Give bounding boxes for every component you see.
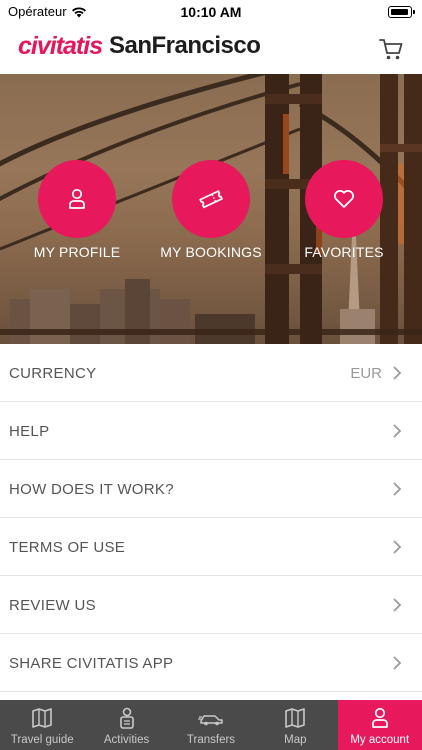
status-bar: Opérateur 10:10 AM: [0, 0, 422, 24]
status-time: 10:10 AM: [180, 4, 242, 20]
menu-item-label: CURRENCY: [9, 365, 97, 382]
tab-label: Activities: [103, 734, 150, 746]
user-icon: [371, 707, 388, 728]
chevron-right-icon: [393, 656, 402, 670]
menu-item-review-us[interactable]: REVIEW US: [0, 576, 422, 634]
menu-item-how-does-it-work[interactable]: HOW DOES IT WORK?: [0, 460, 422, 518]
my-bookings-circle[interactable]: [172, 160, 250, 238]
car-icon: [197, 715, 223, 726]
app-header: civitatis SanFrancisco: [0, 24, 422, 74]
menu-item-label: REVIEW US: [9, 597, 96, 614]
favorites-label: FAVORITES: [304, 244, 384, 260]
chevron-right-icon: [393, 540, 402, 554]
menu-item-terms-of-use[interactable]: TERMS OF USE: [0, 518, 422, 576]
tab-my-account[interactable]: My account: [337, 700, 422, 750]
heart-icon: [334, 189, 354, 208]
tab-activities[interactable]: Activities: [84, 700, 168, 750]
tab-label: Transfers: [186, 734, 236, 746]
map-book-icon: [32, 708, 52, 728]
menu-item-currency[interactable]: CURRENCY EUR: [0, 344, 422, 402]
my-profile-label: MY PROFILE: [33, 244, 121, 260]
my-profile-button[interactable]: MY PROFILE: [17, 160, 137, 260]
user-icon: [69, 188, 85, 209]
menu-item-label: HELP: [9, 423, 50, 440]
favorites-button[interactable]: FAVORITES: [284, 160, 404, 260]
brand-logo[interactable]: civitatis: [18, 32, 103, 61]
person-icon: [119, 707, 134, 729]
menu-item-label: HOW DOES IT WORK?: [9, 481, 174, 498]
tab-label: Map: [284, 734, 307, 746]
tab-travel-guide[interactable]: Travel guide: [0, 700, 84, 750]
chevron-right-icon: [393, 366, 402, 380]
tab-map[interactable]: Map: [253, 700, 337, 750]
my-bookings-label: MY BOOKINGS: [160, 244, 262, 260]
tab-label: My account: [350, 734, 410, 746]
bottom-tab-bar: Travel guide Activities Transfers Map My…: [0, 700, 422, 750]
ticket-icon: [199, 190, 223, 209]
city-title: SanFrancisco: [109, 32, 261, 59]
menu-item-help[interactable]: HELP: [0, 402, 422, 460]
currency-value: EUR: [350, 365, 382, 382]
my-profile-circle[interactable]: [38, 160, 116, 238]
tab-label: Travel guide: [10, 734, 74, 746]
chevron-right-icon: [393, 482, 402, 496]
cart-icon[interactable]: [378, 36, 404, 62]
menu-item-share-app[interactable]: SHARE CIVITATIS APP: [0, 634, 422, 692]
menu-item-label: SHARE CIVITATIS APP: [9, 655, 174, 672]
tab-transfers[interactable]: Transfers: [169, 700, 253, 750]
map-icon: [285, 708, 306, 728]
favorites-circle[interactable]: [305, 160, 383, 238]
hero-banner: MY PROFILE MY BOOKINGS FAVORITES: [0, 74, 422, 344]
settings-menu: CURRENCY EUR HELP HOW DOES IT WORK? TERM…: [0, 344, 422, 692]
battery-icon: [388, 6, 415, 18]
chevron-right-icon: [393, 598, 402, 612]
chevron-right-icon: [393, 424, 402, 438]
menu-item-label: TERMS OF USE: [9, 539, 126, 556]
my-bookings-button[interactable]: MY BOOKINGS: [151, 160, 271, 260]
